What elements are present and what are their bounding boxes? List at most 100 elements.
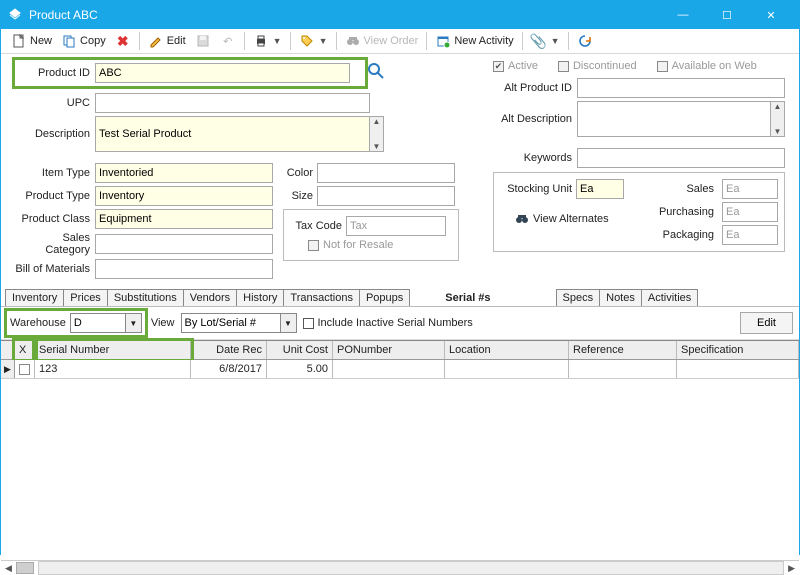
product-class-input[interactable] xyxy=(95,209,273,229)
view-combo[interactable]: ▼ xyxy=(181,313,297,333)
available-on-web-checkbox[interactable]: Available on Web xyxy=(657,60,757,72)
grid-body[interactable]: ▶ 123 6/8/2017 5.00 xyxy=(1,360,799,560)
cell-location[interactable] xyxy=(445,360,569,378)
minimize-button[interactable]: — xyxy=(661,1,705,29)
tab-activities[interactable]: Activities xyxy=(641,289,698,306)
tab-notes[interactable]: Notes xyxy=(599,289,642,306)
product-id-row: Product ID xyxy=(15,60,365,86)
tab-inventory[interactable]: Inventory xyxy=(5,289,64,306)
row-checkbox[interactable] xyxy=(19,364,30,375)
edit-serials-button[interactable]: Edit xyxy=(740,312,793,334)
cell-date[interactable]: 6/8/2017 xyxy=(191,360,267,378)
cell-reference[interactable] xyxy=(569,360,677,378)
save-button[interactable] xyxy=(191,31,215,51)
warehouse-combo[interactable]: ▼ xyxy=(70,313,142,333)
separator xyxy=(522,32,523,50)
form-left: Product ID UPC Description ▲▼ Item Typ xyxy=(15,60,475,282)
row-marker-header xyxy=(1,341,15,359)
tab-specs[interactable]: Specs xyxy=(556,289,601,306)
scroll-left-icon[interactable]: ◀ xyxy=(5,563,12,574)
undo-button[interactable]: ↶ xyxy=(216,31,240,51)
product-type-input[interactable] xyxy=(95,186,273,206)
tab-vendors[interactable]: Vendors xyxy=(183,289,237,306)
col-serial[interactable]: Serial Number xyxy=(35,341,191,359)
col-cost[interactable]: Unit Cost xyxy=(267,341,333,359)
sales-category-input[interactable] xyxy=(95,234,273,254)
stocking-unit-input[interactable] xyxy=(576,179,624,199)
col-reference[interactable]: Reference xyxy=(569,341,677,359)
col-location[interactable]: Location xyxy=(445,341,569,359)
description-label: Description xyxy=(15,128,95,140)
horizontal-scrollbar[interactable]: ◀ ▶ xyxy=(1,560,799,575)
refresh-button[interactable] xyxy=(573,31,597,51)
delete-button[interactable]: ✖ xyxy=(111,31,135,51)
alt-desc-scroll[interactable]: ▲▼ xyxy=(771,101,785,137)
new-activity-button[interactable]: New Activity xyxy=(431,31,517,51)
table-row[interactable]: ▶ 123 6/8/2017 5.00 xyxy=(1,360,799,379)
active-checkbox[interactable]: ✔Active xyxy=(493,60,538,72)
chevron-down-icon: ▼ xyxy=(125,314,141,332)
dropdown-arrow-icon: ▼ xyxy=(273,36,282,46)
packaging-unit-input[interactable] xyxy=(722,225,778,245)
view-order-button[interactable]: View Order xyxy=(341,31,423,51)
alt-description-input[interactable] xyxy=(577,101,771,137)
tag-button[interactable]: ▼ xyxy=(295,31,332,51)
col-specification[interactable]: Specification xyxy=(677,341,799,359)
new-button[interactable]: New xyxy=(7,31,56,51)
tab-transactions[interactable]: Transactions xyxy=(283,289,360,306)
edit-button[interactable]: Edit xyxy=(144,31,190,51)
binoculars-icon xyxy=(514,211,530,227)
col-x[interactable]: X xyxy=(15,341,35,359)
col-po[interactable]: PONumber xyxy=(333,341,445,359)
separator xyxy=(244,32,245,50)
row-marker[interactable]: ▶ xyxy=(1,360,15,378)
tag-icon xyxy=(299,33,315,49)
sales-category-label: Sales Category xyxy=(15,232,95,256)
close-button[interactable]: ✕ xyxy=(749,1,793,29)
color-input[interactable] xyxy=(317,163,455,183)
lookup-button[interactable] xyxy=(367,62,385,83)
separator xyxy=(139,32,140,50)
copy-button[interactable]: Copy xyxy=(57,31,110,51)
include-inactive-checkbox[interactable]: Include Inactive Serial Numbers xyxy=(303,317,473,329)
tax-code-label: Tax Code xyxy=(290,220,346,232)
serials-grid: X Serial Number Date Rec Unit Cost PONum… xyxy=(1,340,799,560)
packaging-unit-label: Packaging xyxy=(659,229,718,241)
separator xyxy=(568,32,569,50)
tab-popups[interactable]: Popups xyxy=(359,289,410,306)
scroll-thumb[interactable] xyxy=(16,562,34,574)
product-id-input[interactable] xyxy=(95,63,350,83)
tax-code-input[interactable] xyxy=(346,216,446,236)
cell-po[interactable] xyxy=(333,360,445,378)
alt-product-id-label: Alt Product ID xyxy=(493,82,577,94)
col-date[interactable]: Date Rec xyxy=(191,341,267,359)
description-scroll[interactable]: ▲▼ xyxy=(370,116,384,152)
tab-history[interactable]: History xyxy=(236,289,284,306)
keywords-label: Keywords xyxy=(493,152,577,164)
purchasing-unit-input[interactable] xyxy=(722,202,778,222)
undo-icon: ↶ xyxy=(220,33,236,49)
description-input[interactable] xyxy=(95,116,370,152)
maximize-button[interactable]: ☐ xyxy=(705,1,749,29)
grid-header: X Serial Number Date Rec Unit Cost PONum… xyxy=(1,341,799,360)
upc-input[interactable] xyxy=(95,93,370,113)
sales-unit-input[interactable] xyxy=(722,179,778,199)
keywords-input[interactable] xyxy=(577,148,785,168)
scroll-right-icon[interactable]: ▶ xyxy=(788,563,795,574)
cell-cost[interactable]: 5.00 xyxy=(267,360,333,378)
not-for-resale-checkbox[interactable]: Not for Resale xyxy=(308,239,393,251)
discontinued-checkbox[interactable]: Discontinued xyxy=(558,60,637,72)
tab-serials[interactable]: Serial #s xyxy=(439,290,496,306)
view-alternates-button[interactable]: View Alternates xyxy=(510,209,613,229)
size-input[interactable] xyxy=(317,186,455,206)
tab-prices[interactable]: Prices xyxy=(63,289,108,306)
tab-substitutions[interactable]: Substitutions xyxy=(107,289,184,306)
scroll-track[interactable] xyxy=(38,561,784,575)
item-type-input[interactable] xyxy=(95,163,273,183)
cell-specification[interactable] xyxy=(677,360,799,378)
bom-input[interactable] xyxy=(95,259,273,279)
cell-serial[interactable]: 123 xyxy=(35,360,191,378)
alt-product-id-input[interactable] xyxy=(577,78,785,98)
print-button[interactable]: ▼ xyxy=(249,31,286,51)
attach-button[interactable]: 📎▼ xyxy=(527,31,564,51)
